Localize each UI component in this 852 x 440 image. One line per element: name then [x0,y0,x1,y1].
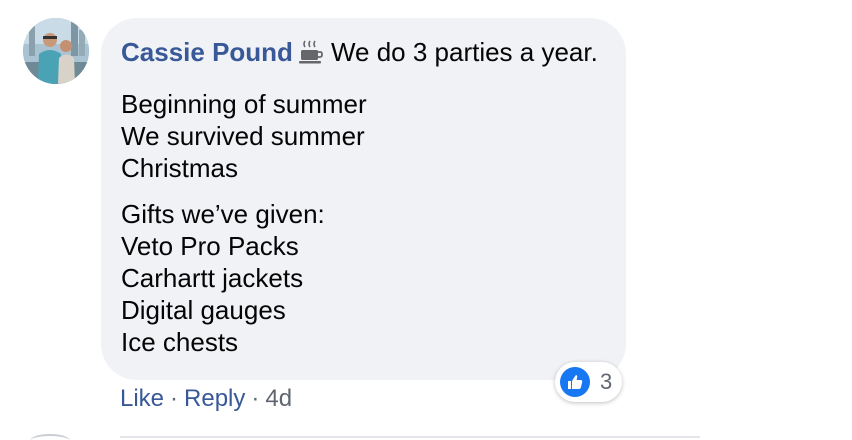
comment-line: Christmas [121,153,239,183]
timestamp[interactable]: 4d [265,385,292,412]
comment-line: Digital gauges [121,295,286,325]
thumbs-up-icon [560,367,590,397]
reactions-summary[interactable]: 3 [555,362,623,402]
comment-line: Beginning of summer [121,89,367,119]
comment-paragraph-2: Gifts we’ve given: Veto Pro Packs Carhar… [121,198,606,358]
next-comment-avatar-edge [30,434,70,440]
avatar[interactable] [23,18,89,84]
like-button[interactable]: Like [120,385,164,412]
reaction-count: 3 [600,369,613,394]
reply-input-edge [120,436,700,438]
comment-thread: Cassie Pound We do 3 parties a year. Beg… [0,0,852,440]
reply-button[interactable]: Reply [184,385,245,412]
comment-line: We survived summer [121,121,365,151]
comment-line: Ice chests [121,327,239,357]
comment-line: Gifts we’ve given: [121,199,325,229]
comment-line: Carhartt jackets [121,263,304,293]
avatar-photo [23,18,89,84]
comment-first-line: We do 3 parties a year. [330,37,598,67]
separator: · [170,385,179,412]
separator: · [251,385,260,412]
comment-paragraph-1: Beginning of summer We survived summer C… [121,88,606,184]
comment-header: Cassie Pound We do 3 parties a year. [121,36,606,68]
comment-actions: Like · Reply · 4d [120,384,292,414]
comment-line: Veto Pro Packs [121,231,299,261]
comment-bubble: Cassie Pound We do 3 parties a year. Beg… [101,18,626,380]
author-name-link[interactable]: Cassie Pound [121,36,293,68]
coffee-cup-icon [298,39,323,65]
